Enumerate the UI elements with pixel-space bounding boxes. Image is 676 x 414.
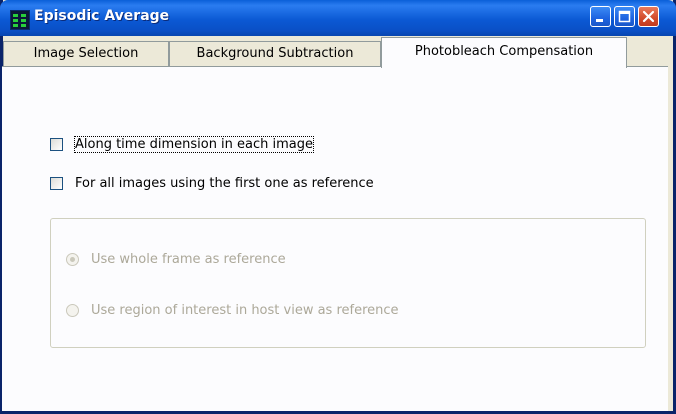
app-grid-icon	[10, 10, 30, 30]
roi-label[interactable]: Use region of interest in host view as r…	[91, 303, 399, 318]
tab-image-selection[interactable]: Image Selection	[3, 41, 169, 67]
tab-photobleach-compensation[interactable]: Photobleach Compensation	[381, 37, 627, 68]
reference-group	[50, 218, 646, 348]
all-images-label[interactable]: For all images using the first one as re…	[75, 176, 374, 191]
tab-background-subtraction[interactable]: Background Subtraction	[169, 41, 381, 67]
whole-frame-label[interactable]: Use whole frame as reference	[91, 252, 286, 267]
window-title: Episodic Average	[34, 8, 170, 24]
close-icon	[642, 10, 655, 23]
tab-panel: Along time dimension in each image For a…	[2, 66, 668, 411]
title-bar[interactable]: Episodic Average	[0, 0, 676, 36]
minimize-icon	[596, 19, 603, 22]
maximize-button[interactable]	[614, 6, 635, 27]
all-images-option[interactable]: For all images using the first one as re…	[50, 174, 374, 192]
along-time-option[interactable]: Along time dimension in each image	[50, 135, 315, 153]
close-button[interactable]	[638, 6, 659, 27]
all-images-checkbox[interactable]	[50, 176, 63, 190]
tab-strip: Image Selection Background Subtraction P…	[3, 36, 673, 68]
whole-frame-radio[interactable]	[66, 252, 79, 266]
maximize-icon	[618, 10, 631, 23]
whole-frame-option[interactable]: Use whole frame as reference	[66, 250, 286, 268]
along-time-checkbox[interactable]	[50, 137, 63, 151]
along-time-label[interactable]: Along time dimension in each image	[73, 135, 315, 153]
roi-radio[interactable]	[66, 303, 79, 317]
minimize-button[interactable]	[590, 6, 611, 27]
roi-option[interactable]: Use region of interest in host view as r…	[66, 301, 399, 319]
